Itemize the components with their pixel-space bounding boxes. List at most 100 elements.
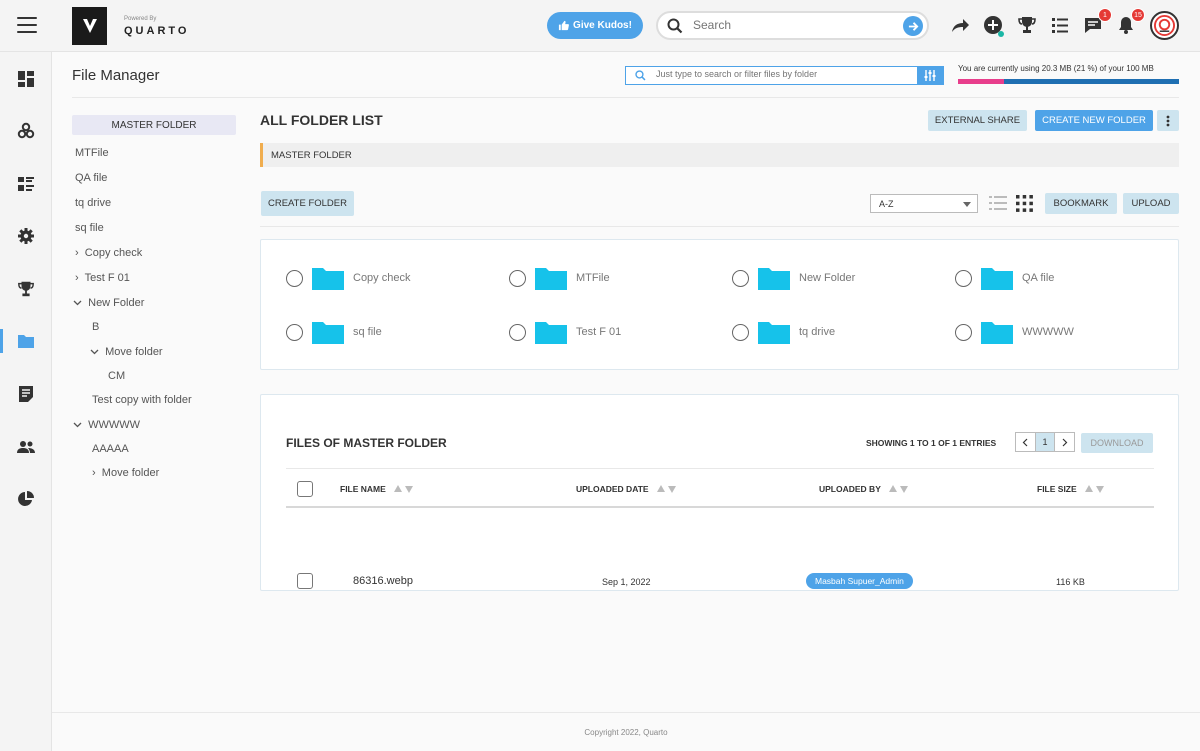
column-file-size[interactable]: FILE SIZE — [1037, 484, 1105, 494]
sort-arrows-icon[interactable] — [656, 485, 677, 493]
chevron-right-icon[interactable]: › — [75, 272, 79, 284]
folder-select-radio[interactable] — [509, 323, 526, 341]
breadcrumb-master-folder[interactable]: MASTER FOLDER — [271, 150, 352, 161]
tree-item-move-folder-2[interactable]: › Move folder — [92, 467, 159, 479]
nav-reports[interactable] — [0, 479, 52, 519]
nav-users[interactable] — [0, 427, 52, 467]
external-share-button[interactable]: EXTERNAL SHARE — [928, 110, 1027, 131]
user-avatar[interactable] — [1150, 11, 1179, 40]
folder-select-radio[interactable] — [732, 323, 749, 341]
upload-button[interactable]: UPLOAD — [1123, 193, 1179, 214]
task-list-icon[interactable] — [1050, 15, 1070, 40]
tree-item-wwwww[interactable]: WWWWW — [73, 419, 140, 431]
tree-item-aaaaa[interactable]: AAAAA — [92, 443, 129, 455]
chevron-down-icon[interactable] — [73, 422, 82, 428]
divider — [72, 97, 1179, 98]
global-search-input[interactable] — [693, 18, 893, 32]
bookmark-button[interactable]: BOOKMARK — [1045, 193, 1117, 214]
filter-button[interactable] — [917, 67, 943, 84]
row-select-checkbox[interactable] — [297, 573, 313, 589]
global-search[interactable] — [656, 11, 929, 40]
search-go-button[interactable] — [903, 16, 923, 36]
notifications-bell-icon[interactable]: 15 — [1116, 8, 1145, 40]
tree-item-tq-drive[interactable]: tq drive — [75, 197, 111, 209]
folder-name: MTFile — [576, 272, 610, 284]
folder-item[interactable]: Test F 01 — [509, 320, 621, 344]
page-number[interactable]: 1 — [1034, 433, 1056, 451]
download-button[interactable]: DOWNLOAD — [1081, 433, 1153, 453]
create-folder-button[interactable]: CREATE FOLDER — [261, 191, 354, 216]
notifications-badge: 15 — [1131, 8, 1145, 22]
kebab-menu-icon — [1166, 115, 1170, 126]
folder-name: New Folder — [799, 272, 856, 284]
tree-item-qa-file[interactable]: QA file — [75, 172, 107, 184]
tree-item-b[interactable]: B — [92, 321, 99, 333]
nav-settings[interactable] — [0, 216, 52, 256]
nav-dashboard[interactable] — [0, 59, 52, 99]
list-view-icon[interactable] — [989, 195, 1007, 217]
chevron-right-icon[interactable]: › — [75, 247, 79, 259]
grid-view-icon[interactable] — [1016, 195, 1033, 217]
folder-item[interactable]: tq drive — [732, 320, 835, 344]
folder-select-radio[interactable] — [955, 323, 972, 341]
avatar-logo-icon — [1154, 15, 1175, 36]
file-search-input[interactable] — [656, 69, 911, 79]
sort-arrows-icon[interactable] — [393, 485, 414, 493]
add-circle-icon[interactable] — [983, 15, 1005, 42]
column-file-name[interactable]: FILE NAME — [340, 484, 414, 494]
tree-item-move-folder[interactable]: Move folder — [90, 346, 163, 358]
tree-item-new-folder[interactable]: New Folder — [73, 297, 144, 309]
tree-item-copy-check[interactable]: › Copy check — [75, 247, 142, 259]
chevron-right-icon[interactable]: › — [92, 467, 96, 479]
sort-arrows-icon[interactable] — [888, 485, 909, 493]
notes-icon — [19, 386, 33, 402]
tree-item-cm[interactable]: CM — [108, 370, 125, 382]
brand-logo[interactable] — [72, 7, 107, 45]
nav-list[interactable] — [0, 164, 52, 204]
top-bar: Powered By QUARTO Give Kudos! 1 15 — [0, 0, 1200, 52]
folder-item[interactable]: MTFile — [509, 266, 610, 290]
give-kudos-button[interactable]: Give Kudos! — [547, 12, 643, 39]
create-new-folder-button[interactable]: CREATE NEW FOLDER — [1035, 110, 1153, 131]
column-label: FILE SIZE — [1037, 484, 1077, 494]
column-uploaded-by[interactable]: UPLOADED BY — [819, 484, 909, 494]
tree-item-sq-file[interactable]: sq file — [75, 222, 104, 234]
column-uploaded-date[interactable]: UPLOADED DATE — [576, 484, 677, 494]
folder-item[interactable]: New Folder — [732, 266, 855, 290]
nav-notes[interactable] — [0, 374, 52, 414]
file-name[interactable]: 86316.webp — [353, 575, 413, 587]
tree-item-test-copy-with-folder[interactable]: Test copy with folder — [92, 394, 192, 406]
folder-item[interactable]: QA file — [955, 266, 1054, 290]
folder-select-radio[interactable] — [286, 269, 303, 287]
more-options-button[interactable] — [1157, 110, 1179, 131]
chevron-down-icon[interactable] — [90, 349, 99, 355]
tree-item-mtfile[interactable]: MTFile — [75, 147, 109, 159]
folder-select-radio[interactable] — [732, 269, 749, 287]
share-icon[interactable] — [950, 15, 970, 40]
next-page-button[interactable] — [1055, 433, 1074, 451]
nav-awards[interactable] — [0, 269, 52, 309]
folder-select-radio[interactable] — [955, 269, 972, 287]
nav-modules[interactable] — [0, 111, 52, 151]
chevron-left-icon — [1022, 438, 1028, 446]
tree-item-test-f-01[interactable]: › Test F 01 — [75, 272, 130, 284]
select-all-checkbox[interactable] — [297, 481, 313, 497]
messages-icon[interactable]: 1 — [1083, 8, 1112, 40]
sort-select[interactable]: A-Z — [870, 194, 978, 213]
prev-page-button[interactable] — [1016, 433, 1035, 451]
trophy-icon[interactable] — [1017, 15, 1037, 40]
folder-select-radio[interactable] — [286, 323, 303, 341]
nav-file-manager[interactable] — [0, 321, 52, 361]
file-search[interactable] — [625, 66, 944, 85]
folder-item[interactable]: Copy check — [286, 266, 410, 290]
folder-item[interactable]: WWWWW — [955, 320, 1074, 344]
chevron-down-icon[interactable] — [73, 300, 82, 306]
sort-arrows-icon[interactable] — [1084, 485, 1105, 493]
folder-icon — [981, 268, 1013, 290]
hamburger-menu-icon[interactable] — [17, 17, 37, 35]
folder-name: WWWWW — [1022, 326, 1074, 338]
tree-root-master-folder[interactable]: MASTER FOLDER — [72, 115, 236, 135]
folder-item[interactable]: sq file — [286, 320, 382, 344]
left-navigation — [0, 52, 52, 751]
folder-select-radio[interactable] — [509, 269, 526, 287]
